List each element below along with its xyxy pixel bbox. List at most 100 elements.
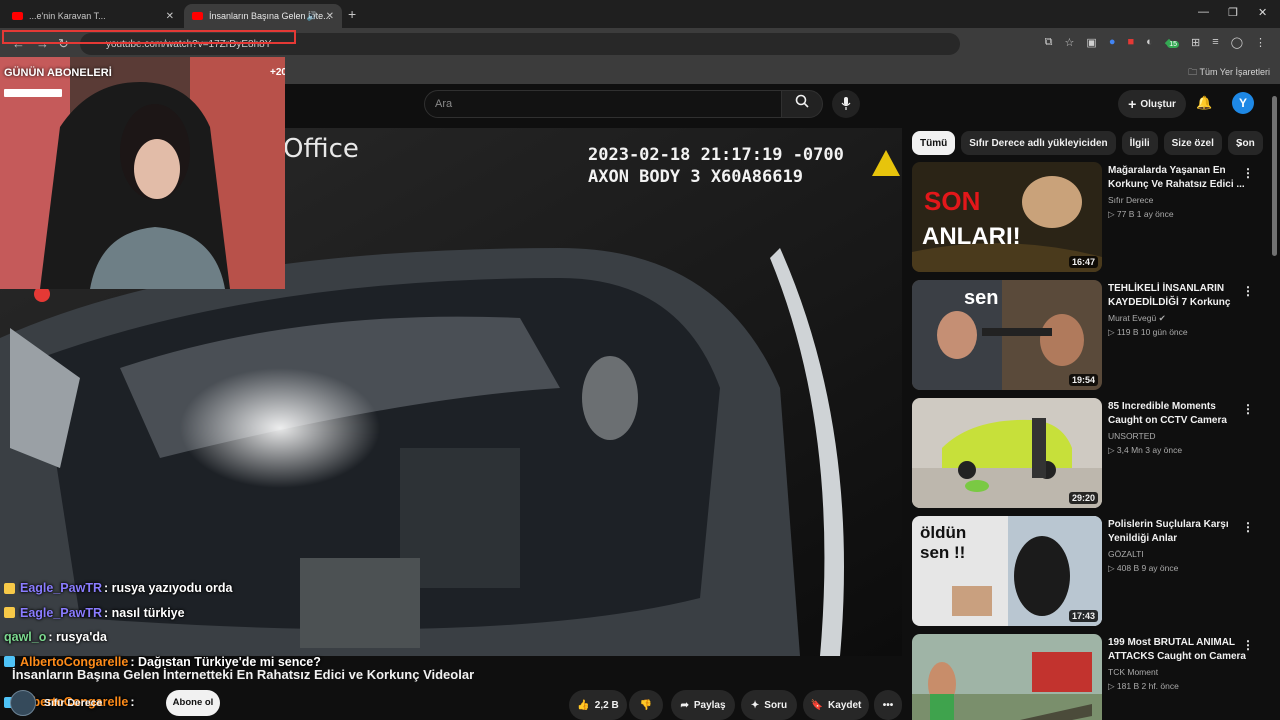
extension-icon[interactable]: ◆15 [1165, 36, 1180, 49]
new-tab-button[interactable]: + [348, 6, 356, 22]
search-icon [795, 94, 809, 108]
rec-title[interactable]: 199 Most BRUTAL ANIMAL ATTACKS Caught on… [1108, 636, 1246, 664]
maximize-icon[interactable]: ❐ [1228, 6, 1238, 19]
video-thumbnail[interactable]: sen 19:54 [912, 280, 1102, 390]
more-vert-icon[interactable]: ⋮ [1242, 638, 1254, 652]
more-vert-icon[interactable]: ⋮ [1242, 402, 1254, 416]
browser-tab-strip: ...e'nin Karavan T... ✕ İnsanların Başın… [0, 0, 1280, 28]
extension-icon[interactable]: ● [1109, 36, 1116, 49]
rec-meta-text: 181 B 2 hf. önce [1116, 681, 1179, 691]
page-scrollbar[interactable] [1272, 96, 1277, 256]
save-label: Kaydet [828, 699, 862, 711]
chip-from-uploader[interactable]: Sıfır Derece adlı yükleyiciden [961, 131, 1116, 155]
window-close-icon[interactable]: ✕ [1258, 6, 1267, 19]
reading-list-icon[interactable]: ≡ [1212, 36, 1218, 49]
extension-icon[interactable]: ◐ [1146, 36, 1153, 49]
channel-avatar[interactable] [10, 690, 36, 716]
chip-related[interactable]: İlgili [1121, 131, 1158, 155]
save-button[interactable]: 🔖 Kaydet [803, 690, 869, 720]
chat-text: : [130, 695, 135, 710]
video-timestamp: 2023-02-18 21:17:19 -0700 AXON BODY 3 X6… [588, 144, 844, 188]
webcam-overlay: GÜNÜN ABONELERİ +20 [0, 57, 285, 289]
recommendation-item[interactable]: öldün sen !! 17:43 Polislerin Suçlulara … [912, 516, 1262, 628]
minimize-icon[interactable]: — [1198, 6, 1209, 18]
video-thumbnail[interactable]: 29:20 [912, 398, 1102, 508]
chat-text: : rusya'da [48, 630, 107, 645]
rec-channel[interactable]: Murat Evegü ✔ [1108, 313, 1166, 324]
close-icon[interactable]: ✕ [166, 11, 174, 22]
badge-icon [4, 582, 15, 594]
extension-icon[interactable]: ▣ [1086, 36, 1096, 49]
thumbs-up-icon: 👍 [577, 699, 590, 711]
search-button[interactable] [781, 90, 823, 118]
rec-meta: ▷ 77 B 1 ay önce [1108, 209, 1174, 219]
more-vert-icon[interactable]: ⋮ [1242, 520, 1254, 534]
chat-username: Eagle_PawTR [20, 605, 102, 620]
duration-badge: 19:54 [1068, 374, 1098, 386]
search-input[interactable]: Ara [424, 90, 782, 118]
rec-title[interactable]: 85 Incredible Moments Caught on CCTV Cam… [1108, 400, 1246, 428]
recommendation-item[interactable]: SON ANLARI! 16:47 Mağaralarda Yaşanan En… [912, 162, 1262, 274]
chip-for-you[interactable]: Size özel [1163, 131, 1222, 155]
rec-meta-text: 119 B 10 gün önce [1116, 327, 1188, 337]
rec-title[interactable]: TEHLİKELİ İNSANLARIN KAYDEDİLDİĞİ 7 Kork… [1108, 282, 1246, 310]
create-button[interactable]: + Oluştur [1118, 90, 1186, 118]
rec-channel[interactable]: GÖZALTI [1108, 549, 1144, 559]
rec-channel[interactable]: UNSORTED [1108, 431, 1156, 441]
thumbnail-image [912, 634, 1102, 720]
all-bookmarks-button[interactable]: 🗀 Tüm Yer İşaretleri [1188, 65, 1270, 81]
youtube-favicon-icon [12, 12, 23, 20]
like-count: 2,2 B [594, 699, 619, 711]
like-button[interactable]: 👍 2,2 B [569, 690, 627, 720]
browser-tab-1[interactable]: ...e'nin Karavan T... ✕ [4, 4, 182, 28]
rec-title[interactable]: Polislerin Suçlulara Karşı Yenildiği Anl… [1108, 518, 1246, 546]
channel-info[interactable]: Sıfır Derece [10, 688, 102, 718]
rec-channel[interactable]: Sıfır Derece [1108, 195, 1153, 205]
browser-tab-2[interactable]: İnsanların Başına Gelen İnte... 🔊 ✕ [184, 4, 342, 28]
profile-icon[interactable]: ◯ [1231, 36, 1243, 49]
dislike-button[interactable]: 👎 [629, 690, 663, 720]
search-placeholder: Ara [435, 98, 453, 110]
recommendation-item[interactable]: 199 Most BRUTAL ANIMAL ATTACKS Caught on… [912, 634, 1262, 720]
menu-dots-icon[interactable]: ⋮ [1255, 36, 1266, 49]
voice-search-button[interactable] [832, 90, 860, 118]
tab-1-label: ...e'nin Karavan T... [29, 11, 106, 21]
close-icon[interactable]: ✕ [326, 11, 334, 22]
rec-channel[interactable]: TCK Moment [1108, 667, 1158, 677]
overlay-name-bar [4, 89, 62, 97]
sparkle-icon: ✦ [750, 699, 760, 711]
extension-badge: 15 [1167, 41, 1180, 48]
chat-username: Eagle_PawTR [20, 581, 102, 596]
chip-all[interactable]: Tümü [912, 131, 956, 155]
recommendation-item[interactable]: 29:20 85 Incredible Moments Caught on CC… [912, 398, 1262, 510]
timestamp-line: 2023-02-18 21:17:19 -0700 [588, 145, 844, 165]
more-actions-button[interactable]: ••• [874, 690, 902, 720]
rec-title[interactable]: Mağaralarda Yaşanan En Korkunç Ve Rahats… [1108, 164, 1246, 192]
filter-chips: Tümü Sıfır Derece adlı yükleyiciden İlgi… [912, 131, 1264, 155]
chevron-right-icon[interactable]: › [1237, 135, 1242, 151]
speaker-icon[interactable]: 🔊 [307, 11, 318, 22]
all-bookmarks-label: Tüm Yer İşaretleri [1199, 67, 1270, 77]
more-vert-icon[interactable]: ⋮ [1242, 284, 1254, 298]
video-title: İnsanların Başına Gelen İnternetteki En … [12, 667, 475, 682]
ask-button[interactable]: ✦ Soru [741, 690, 797, 720]
extension-icon[interactable]: ■ [1127, 36, 1134, 49]
video-thumbnail[interactable]: SON ANLARI! 16:47 [912, 162, 1102, 272]
video-thumbnail[interactable]: öldün sen !! 17:43 [912, 516, 1102, 626]
bookmark-star-icon[interactable]: ☆ [1065, 36, 1075, 49]
channel-name[interactable]: Sıfır Derece [44, 697, 102, 709]
cast-icon[interactable]: ⧉ [1045, 36, 1053, 49]
thumb-text-2: ANLARI! [922, 223, 1021, 250]
chat-text: : nasıl türkiye [103, 605, 185, 620]
chip-recent[interactable]: Son [1227, 131, 1263, 155]
account-avatar[interactable]: Y [1232, 92, 1254, 114]
more-vert-icon[interactable]: ⋮ [1242, 166, 1254, 180]
video-thumbnail[interactable] [912, 634, 1102, 720]
notifications-bell-icon[interactable]: 🔔 [1196, 95, 1212, 111]
share-label: Paylaş [693, 699, 726, 711]
share-button[interactable]: ➦ Paylaş [671, 690, 735, 720]
subscribe-button[interactable]: Abone ol [166, 690, 220, 716]
thumb-text-1: öldün [920, 523, 966, 542]
recommendation-item[interactable]: sen 19:54 TEHLİKELİ İNSANLARIN KAYDEDİLD… [912, 280, 1262, 392]
puzzle-icon[interactable]: ⊞ [1191, 36, 1200, 49]
